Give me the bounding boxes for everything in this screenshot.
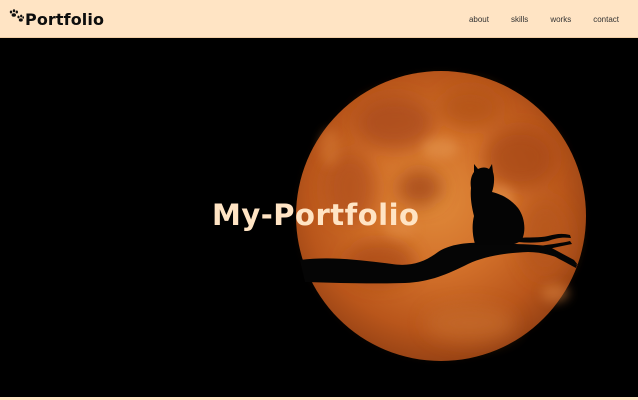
nav-item-contact[interactable]: contact xyxy=(593,15,619,24)
hero-title: My-Portfolio xyxy=(212,198,420,232)
site-header: Portfolio about skills works contact xyxy=(0,0,638,38)
nav-item-skills[interactable]: skills xyxy=(511,15,528,24)
nav-item-about[interactable]: about xyxy=(469,15,489,24)
paw-icon xyxy=(8,9,25,25)
logo[interactable]: Portfolio xyxy=(8,8,104,30)
page: Portfolio about skills works contact My-… xyxy=(0,0,638,400)
logo-text: Portfolio xyxy=(25,9,105,29)
hero-section: My-Portfolio xyxy=(0,38,638,400)
nav-item-works[interactable]: works xyxy=(550,15,571,24)
main-nav: about skills works contact xyxy=(469,0,619,38)
